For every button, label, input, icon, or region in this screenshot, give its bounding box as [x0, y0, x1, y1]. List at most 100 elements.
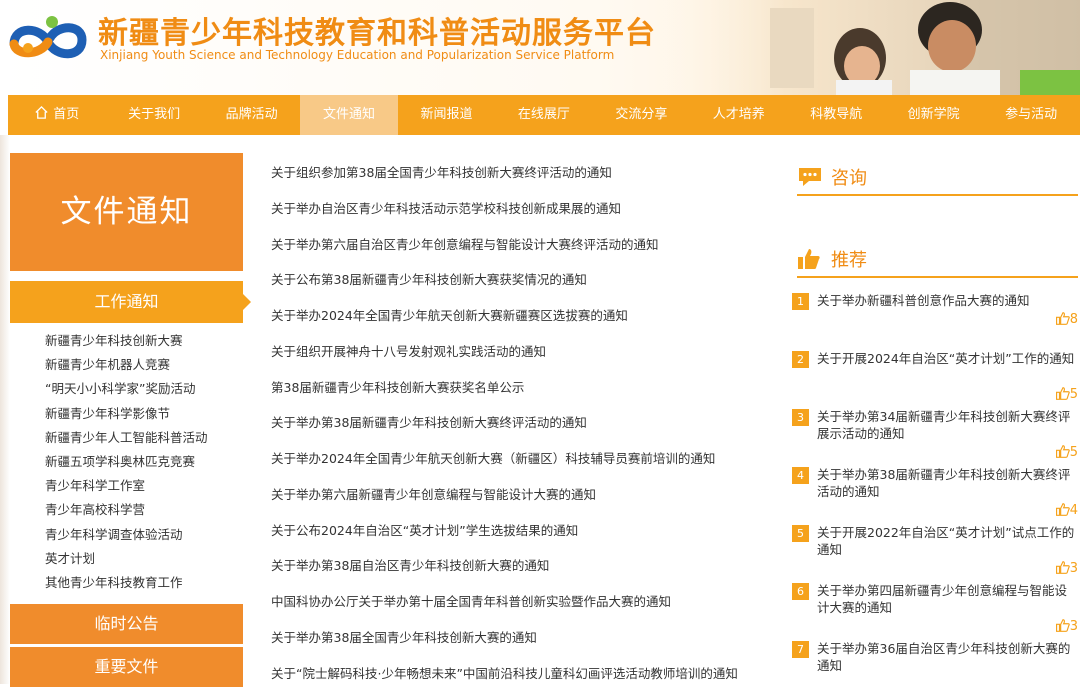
- rank-badge: 3: [792, 409, 809, 426]
- notice-link[interactable]: 关于公布2024年自治区“英才计划”学生选拔结果的通知: [271, 513, 771, 549]
- nav-item-join-activities[interactable]: 参与活动: [982, 95, 1079, 135]
- notice-link[interactable]: 关于举办自治区青少年科技活动示范学校科技创新成果展的通知: [271, 191, 771, 227]
- like-value: 3: [1069, 561, 1078, 576]
- thumbs-up-icon: [1055, 312, 1070, 325]
- nav-item-talent[interactable]: 人才培养: [690, 95, 787, 135]
- thumbs-up-icon: [1055, 503, 1070, 516]
- sidebar-link[interactable]: “明天小小科学家”奖励活动: [45, 378, 245, 402]
- notice-link[interactable]: 关于举办第六届新疆青少年创意编程与智能设计大赛的通知: [271, 477, 771, 513]
- work-notice-heading[interactable]: 工作通知: [10, 281, 251, 323]
- notice-link[interactable]: 关于公布第38届新疆青少年科技创新大赛获奖情况的通知: [271, 262, 771, 298]
- notice-link[interactable]: 关于举办第38届全国青少年科技创新大赛的通知: [271, 620, 771, 656]
- thumbs-up-icon: [1055, 445, 1070, 458]
- chat-icon: [799, 168, 821, 186]
- sidebar-link[interactable]: 青少年科学工作室: [45, 475, 245, 499]
- nav-item-innovation-college[interactable]: 创新学院: [885, 95, 982, 135]
- like-count[interactable]: 5: [1055, 387, 1078, 402]
- nav-item-notices[interactable]: 文件通知: [300, 95, 398, 135]
- nav-item-brand-activities[interactable]: 品牌活动: [203, 95, 300, 135]
- work-notice-list: 新疆青少年科技创新大赛 新疆青少年机器人竞赛 “明天小小科学家”奖励活动 新疆青…: [45, 330, 245, 596]
- notice-link[interactable]: 关于举办第38届新疆青少年科技创新大赛终评活动的通知: [271, 405, 771, 441]
- main-nav: 首页 关于我们 品牌活动 文件通知 新闻报道 在线展厅 交流分享 人才培养 科教…: [8, 95, 1080, 135]
- rank-badge: 2: [792, 351, 809, 368]
- list-item: 5 关于开展2022年自治区“英才计划”试点工作的通知 3: [792, 524, 1080, 582]
- consult-heading[interactable]: 咨询: [797, 160, 1078, 196]
- notice-list: 关于组织参加第38届全国青少年科技创新大赛终评活动的通知 关于举办自治区青少年科…: [271, 155, 771, 691]
- like-count[interactable]: 4: [1055, 503, 1078, 518]
- nav-item-label: 首页: [53, 107, 80, 122]
- recommend-link[interactable]: 关于举办新疆科普创意作品大赛的通知: [817, 292, 1079, 309]
- like-value: 8: [1069, 312, 1078, 327]
- list-item: 1 关于举办新疆科普创意作品大赛的通知 8: [792, 292, 1080, 350]
- recommend-link[interactable]: 关于举办第38届新疆青少年科技创新大赛终评活动的通知: [817, 466, 1079, 500]
- nav-item-exchange[interactable]: 交流分享: [593, 95, 690, 135]
- notice-link[interactable]: 关于组织参加第38届全国青少年科技创新大赛终评活动的通知: [271, 155, 771, 191]
- sidebar-link[interactable]: 新疆青少年人工智能科普活动: [45, 427, 245, 451]
- rank-badge: 1: [792, 293, 809, 310]
- like-count[interactable]: 3: [1055, 619, 1078, 634]
- nav-item-edu-nav[interactable]: 科教导航: [788, 95, 885, 135]
- recommend-link[interactable]: 关于开展2024年自治区“英才计划”工作的通知: [817, 350, 1079, 367]
- like-value: 3: [1069, 619, 1078, 634]
- thumbs-up-icon: [798, 249, 820, 269]
- recommend-link[interactable]: 关于举办第34届新疆青少年科技创新大赛终评展示活动的通知: [817, 408, 1079, 442]
- temp-notice-button[interactable]: 临时公告: [10, 604, 243, 644]
- site-title: 新疆青少年科技教育和科普活动服务平台: [98, 16, 656, 51]
- like-count[interactable]: 3: [1055, 561, 1078, 576]
- nav-item-news[interactable]: 新闻报道: [398, 95, 495, 135]
- notice-link[interactable]: 关于举办2024年全国青少年航天创新大赛（新疆区）科技辅导员赛前培训的通知: [271, 441, 771, 477]
- thumbs-up-icon: [1055, 619, 1070, 632]
- like-value: 5: [1069, 387, 1078, 402]
- rank-badge: 6: [792, 583, 809, 600]
- site-header: 新疆青少年科技教育和科普活动服务平台 Xinjiang Youth Scienc…: [0, 0, 1080, 95]
- site-subtitle: Xinjiang Youth Science and Technology Ed…: [100, 48, 615, 62]
- recommend-heading: 推荐: [797, 242, 1078, 278]
- recommend-label: 推荐: [831, 250, 867, 271]
- list-item: 7 关于举办第36届自治区青少年科技创新大赛的通知: [792, 640, 1080, 698]
- arrow-right-icon: [243, 294, 251, 310]
- notice-link[interactable]: 关于举办第六届自治区青少年创意编程与智能设计大赛终评活动的通知: [271, 227, 771, 263]
- nav-item-about[interactable]: 关于我们: [105, 95, 202, 135]
- notice-link[interactable]: 关于组织开展神舟十八号发射观礼实践活动的通知: [271, 334, 771, 370]
- sidebar-link[interactable]: 新疆五项学科奥林匹克竞赛: [45, 451, 245, 475]
- rank-badge: 5: [792, 525, 809, 542]
- rank-badge: 7: [792, 641, 809, 658]
- notice-link[interactable]: 关于举办第38届自治区青少年科技创新大赛的通知: [271, 548, 771, 584]
- rank-badge: 4: [792, 467, 809, 484]
- thumbs-up-icon: [1055, 561, 1070, 574]
- like-count[interactable]: 8: [1055, 312, 1078, 327]
- work-notice-label: 工作通知: [94, 292, 159, 311]
- recommend-link[interactable]: 关于举办第四届新疆青少年创意编程与智能设计大赛的通知: [817, 582, 1079, 616]
- important-docs-button[interactable]: 重要文件: [10, 647, 243, 687]
- list-item: 6 关于举办第四届新疆青少年创意编程与智能设计大赛的通知 3: [792, 582, 1080, 640]
- notice-link[interactable]: 中国科协办公厅关于举办第十届全国青年科普创新实验暨作品大赛的通知: [271, 584, 771, 620]
- platform-logo[interactable]: [6, 12, 90, 68]
- notice-link[interactable]: 关于举办2024年全国青少年航天创新大赛新疆赛区选拔赛的通知: [271, 298, 771, 334]
- list-item: 3 关于举办第34届新疆青少年科技创新大赛终评展示活动的通知 5: [792, 408, 1080, 466]
- list-item: 4 关于举办第38届新疆青少年科技创新大赛终评活动的通知 4: [792, 466, 1080, 524]
- recommend-link[interactable]: 关于举办第36届自治区青少年科技创新大赛的通知: [817, 640, 1079, 674]
- thumbs-up-icon: [1055, 387, 1070, 400]
- sidebar-link[interactable]: 英才计划: [45, 548, 245, 572]
- sidebar-link[interactable]: 新疆青少年科技创新大赛: [45, 330, 245, 354]
- notice-link[interactable]: 关于“院士解码科技·少年畅想未来”中国前沿科技儿童科幻画评选活动教师培训的通知: [271, 656, 771, 692]
- home-icon: [35, 105, 48, 119]
- section-title: 文件通知: [10, 153, 243, 271]
- like-count[interactable]: 5: [1055, 445, 1078, 460]
- sidebar-link[interactable]: 其他青少年科技教育工作: [45, 572, 245, 596]
- recommend-link[interactable]: 关于开展2022年自治区“英才计划”试点工作的通知: [817, 524, 1079, 558]
- recommend-list: 1 关于举办新疆科普创意作品大赛的通知 8 2 关于开展2024年自治区“英才计…: [792, 292, 1080, 698]
- sidebar-link[interactable]: 新疆青少年科学影像节: [45, 403, 245, 427]
- like-value: 5: [1069, 445, 1078, 460]
- nav-item-home[interactable]: 首页: [8, 95, 105, 135]
- left-edge-decoration: [0, 135, 10, 684]
- nav-item-online-hall[interactable]: 在线展厅: [495, 95, 592, 135]
- sidebar-link[interactable]: 新疆青少年机器人竞赛: [45, 354, 245, 378]
- sidebar-link[interactable]: 青少年科学调查体验活动: [45, 524, 245, 548]
- notice-link[interactable]: 第38届新疆青少年科技创新大赛获奖名单公示: [271, 370, 771, 406]
- sidebar-link[interactable]: 青少年高校科学营: [45, 499, 245, 523]
- like-value: 4: [1069, 503, 1078, 518]
- list-item: 2 关于开展2024年自治区“英才计划”工作的通知 5: [792, 350, 1080, 408]
- banner-photo: [660, 0, 1080, 95]
- consult-label: 咨询: [831, 168, 867, 189]
